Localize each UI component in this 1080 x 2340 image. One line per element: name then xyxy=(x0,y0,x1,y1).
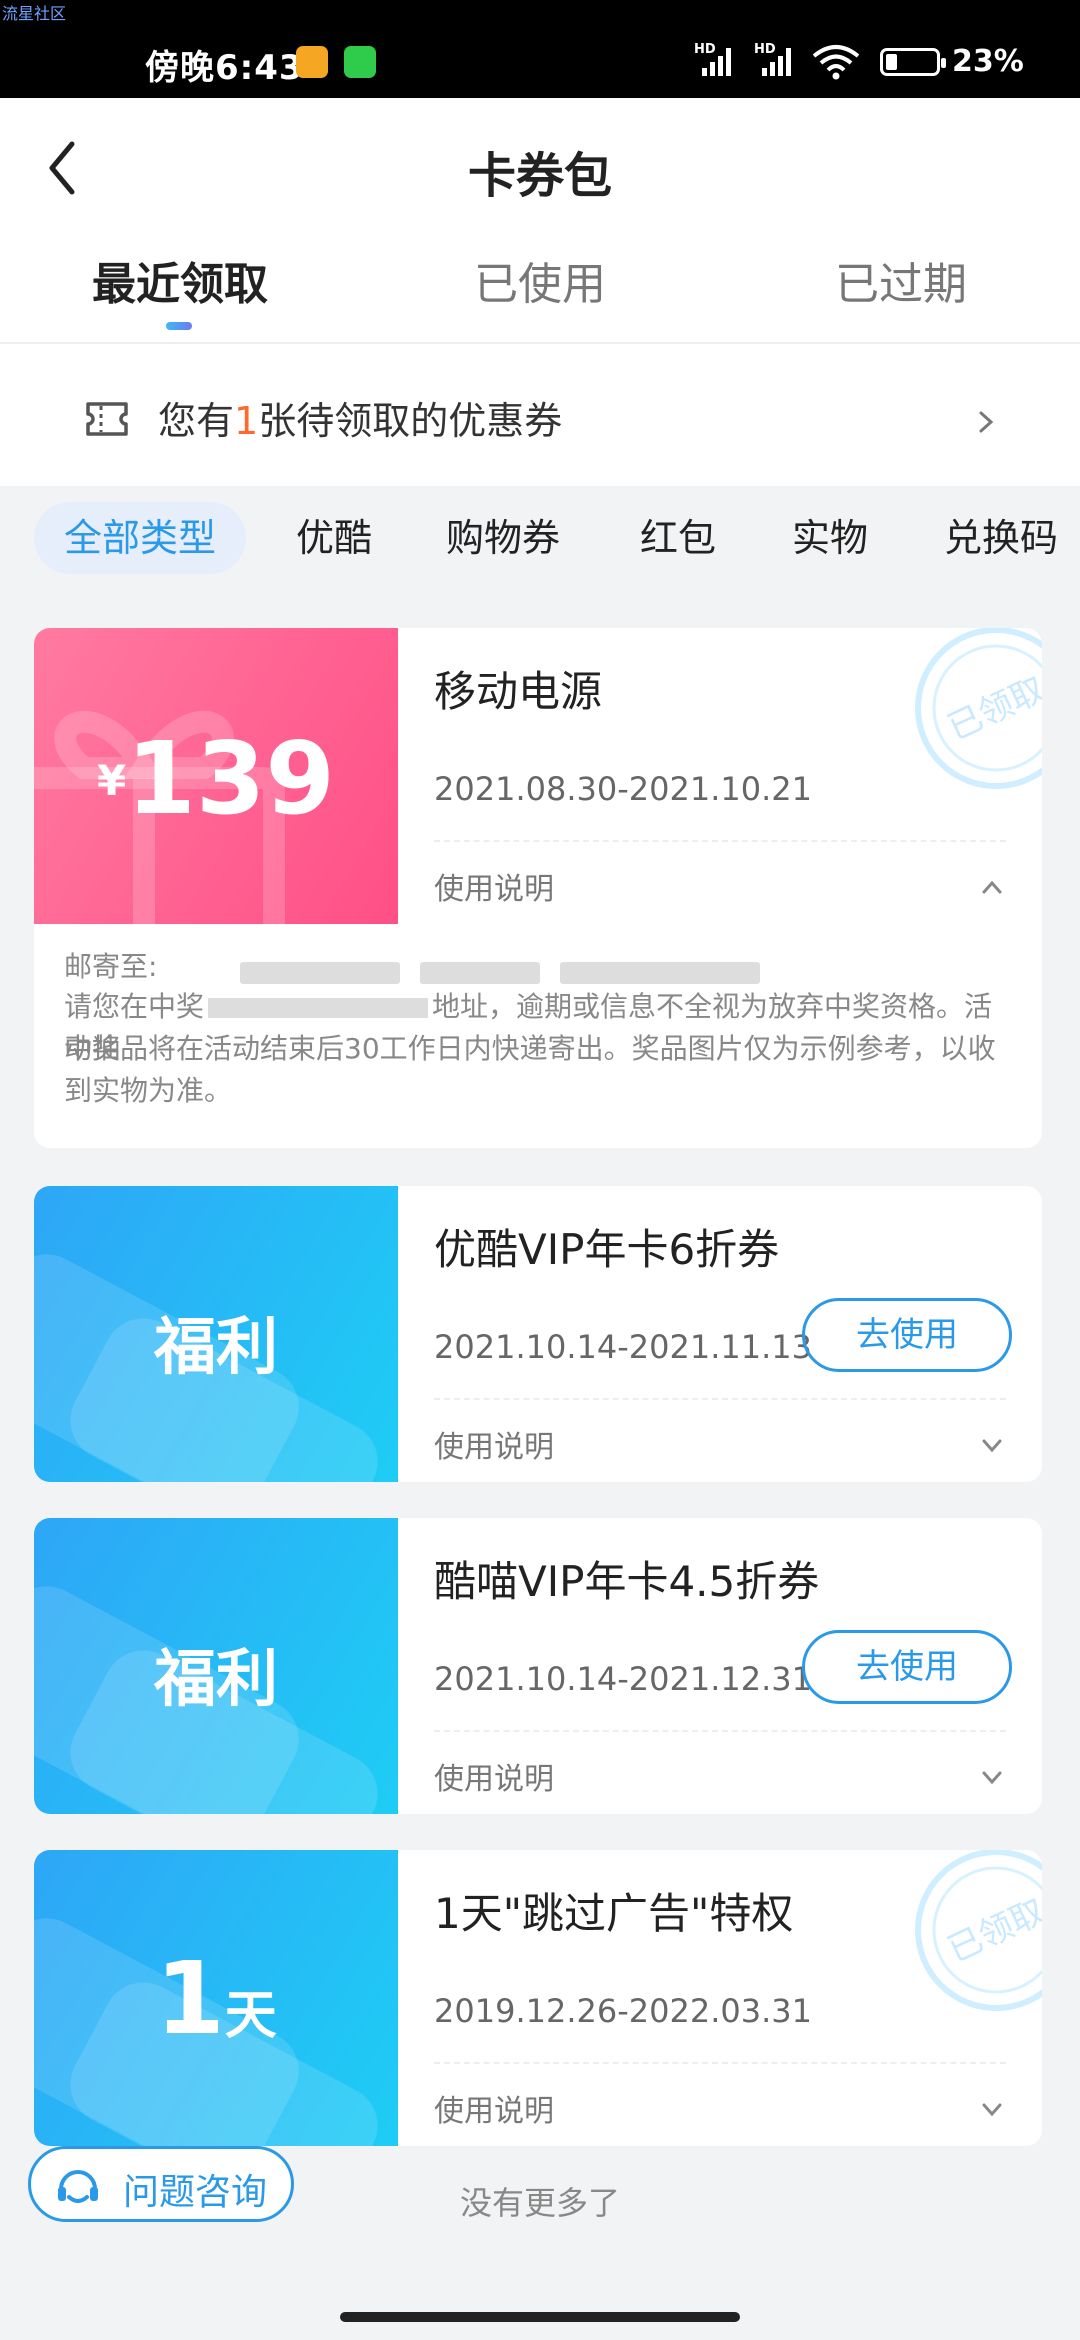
chevron-down-icon[interactable] xyxy=(980,1768,1004,1786)
coupon-title: 优酷VIP年卡6折券 xyxy=(434,1225,780,1274)
usage-instructions[interactable]: 使用说明 xyxy=(434,2086,554,2130)
received-stamp-icon: 已领取 xyxy=(915,628,1042,789)
filter-all[interactable]: 全部类型 xyxy=(34,502,247,574)
coupon-date: 2019.12.26-2022.03.31 xyxy=(434,1992,812,2030)
ticket-icon xyxy=(86,402,128,436)
usage-detail: 邮寄至: 请您在中奖 地址，逾期或信息不全视为放弃中奖资格。活动抽 中奖品将在活动… xyxy=(34,924,1042,1148)
redacted-address xyxy=(420,962,540,984)
home-indicator[interactable] xyxy=(340,2312,740,2322)
tab-expired[interactable]: 已过期 xyxy=(751,248,1051,312)
filter-shopping[interactable]: 购物券 xyxy=(446,502,560,574)
chevron-down-icon[interactable] xyxy=(980,2100,1004,2118)
notification-app-icon xyxy=(296,46,328,78)
dashed-divider xyxy=(434,2062,1006,2064)
use-button[interactable]: 去使用 xyxy=(802,1630,1012,1704)
redacted-address xyxy=(240,962,400,984)
dashed-divider xyxy=(434,840,1006,842)
coupon-date: 2021.08.30-2021.10.21 xyxy=(434,770,812,808)
filter-redpacket[interactable]: 红包 xyxy=(640,502,716,574)
perforation xyxy=(386,1518,410,1814)
detail-text: 中奖品将在活动结束后30工作日内快递寄出。奖品图片仅为示例参考，以收 xyxy=(64,1032,996,1065)
filter-bar: 全部类型 优酷 购物券 红包 实物 兑换码 xyxy=(0,486,1080,594)
tab-recent[interactable]: 最近领取 xyxy=(30,248,330,312)
usage-instructions[interactable]: 使用说明 xyxy=(434,1422,554,1466)
perforation xyxy=(386,628,410,924)
stamp-text: 已领取 xyxy=(942,669,1042,748)
wechat-icon xyxy=(344,46,376,78)
chevron-up-icon[interactable] xyxy=(980,878,1004,896)
chevron-right-icon xyxy=(979,411,994,433)
page-header: 卡券包 最近领取 已使用 已过期 xyxy=(0,98,1080,342)
usage-instructions[interactable]: 使用说明 xyxy=(434,1754,554,1798)
coupon-value: 1天 xyxy=(155,1940,277,2057)
redacted-text xyxy=(208,998,429,1018)
coupon-card: 福利 优酷VIP年卡6折券 2021.10.14-2021.11.13 去使用 … xyxy=(34,1186,1042,1482)
headset-icon xyxy=(58,2170,98,2203)
coupon-date: 2021.10.14-2021.11.13 xyxy=(434,1328,812,1366)
coupon-label: 福利 xyxy=(153,1642,278,1715)
perforation xyxy=(386,1186,410,1482)
banner-text: 您有1张待领取的优惠券 xyxy=(158,399,563,443)
coupon-value-panel: 福利 xyxy=(34,1518,398,1814)
detail-text: 到实物为准。 xyxy=(64,1074,233,1107)
tab-indicator xyxy=(166,322,192,330)
status-bar: 傍晚6:43 HD HD 23% xyxy=(0,0,1080,98)
stamp-text: 已领取 xyxy=(942,1891,1042,1970)
watermark: 流星社区 xyxy=(2,4,67,23)
filter-redeem-code[interactable]: 兑换码 xyxy=(944,502,1058,574)
coupon-title: 酷喵VIP年卡4.5折券 xyxy=(434,1557,820,1606)
usage-instructions[interactable]: 使用说明 xyxy=(434,864,554,908)
dashed-divider xyxy=(434,1730,1006,1732)
page-title: 卡券包 xyxy=(467,148,612,204)
coupon-value: ¥139 xyxy=(97,720,335,837)
signal-icon-1 xyxy=(700,46,734,76)
filter-physical[interactable]: 实物 xyxy=(792,502,868,574)
consult-label: 问题咨询 xyxy=(123,2172,268,2213)
battery-icon xyxy=(880,48,946,76)
battery-percent: 23% xyxy=(952,44,1024,79)
wifi-icon xyxy=(812,45,860,80)
status-time: 傍晚6:43 xyxy=(145,48,304,88)
pending-count: 1 xyxy=(234,399,259,443)
coupon-title: 1天"跳过广告"特权 xyxy=(434,1889,794,1938)
coupon-card: 福利 酷喵VIP年卡4.5折券 2021.10.14-2021.12.31 去使… xyxy=(34,1518,1042,1814)
perforation xyxy=(386,1850,410,2146)
tab-used[interactable]: 已使用 xyxy=(390,248,690,312)
coupon-value-panel: 福利 xyxy=(34,1186,398,1482)
coupon-card: 1天 已领取 1天"跳过广告"特权 2019.12.26-2022.03.31 … xyxy=(34,1850,1042,2146)
coupon-card: ¥139 已领取 移动电源 2021.08.30-2021.10.21 使用说明… xyxy=(34,628,1042,1148)
filter-youku[interactable]: 优酷 xyxy=(296,502,372,574)
coupon-value-panel: 1天 xyxy=(34,1850,398,2146)
chevron-down-icon[interactable] xyxy=(980,1436,1004,1454)
use-button[interactable]: 去使用 xyxy=(802,1298,1012,1372)
received-stamp-icon: 已领取 xyxy=(915,1850,1042,2011)
dashed-divider xyxy=(434,1398,1006,1400)
consult-button[interactable]: 问题咨询 xyxy=(28,2146,294,2222)
redacted-address xyxy=(560,962,760,984)
signal-icon-2 xyxy=(760,46,794,76)
coupon-title: 移动电源 xyxy=(434,667,603,716)
pending-coupon-banner[interactable]: 您有1张待领取的优惠券 xyxy=(0,344,1080,486)
coupon-date: 2021.10.14-2021.12.31 xyxy=(434,1660,812,1698)
coupon-label: 福利 xyxy=(153,1310,278,1383)
coupon-value-panel: ¥139 xyxy=(34,628,398,924)
